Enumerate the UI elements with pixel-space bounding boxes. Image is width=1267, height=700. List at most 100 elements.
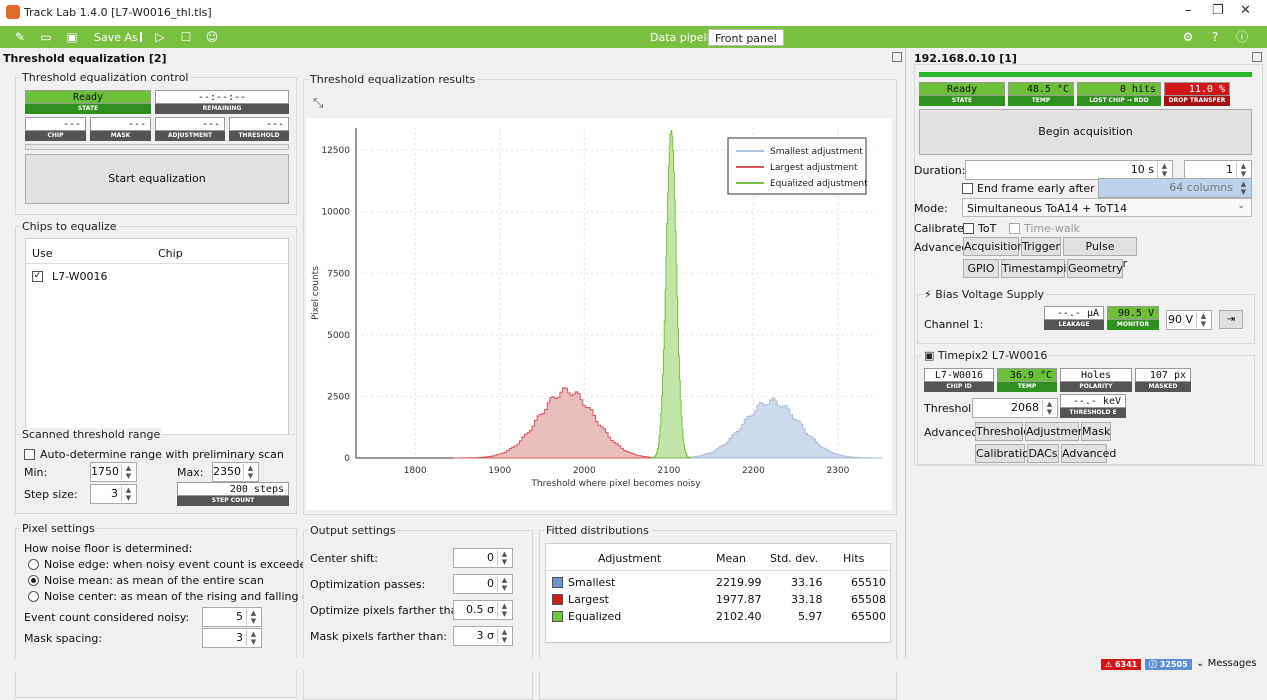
min-input[interactable]: 1750 ▲ ▼ bbox=[90, 462, 137, 482]
autoscale-icon[interactable]: ⤡ bbox=[313, 96, 323, 111]
y-axis-label: Pixel counts bbox=[311, 266, 321, 320]
mask-spacing-input[interactable]: 3 ▲ ▼ bbox=[202, 628, 262, 648]
mode-select[interactable]: Simultaneous ToA14 + ToT14 ⌄ bbox=[962, 198, 1252, 217]
legend-entry: Smallest adjustment bbox=[770, 147, 863, 157]
spin-arrows-icon[interactable]: ▲ ▼ bbox=[243, 464, 257, 480]
start-equalization-button[interactable]: Start equalization bbox=[25, 154, 289, 204]
save-icon[interactable]: ▣ bbox=[64, 29, 80, 45]
spin-arrows-icon[interactable]: ▲ ▼ bbox=[246, 609, 260, 625]
geometry-button[interactable]: Geometry bbox=[1067, 259, 1123, 278]
chip-temp-display: 36.9 °C bbox=[997, 368, 1057, 382]
gpio-button[interactable]: GPIO bbox=[963, 259, 999, 278]
row-hits: 65500 bbox=[851, 610, 886, 623]
messages-toggle[interactable]: ⌄ Messages bbox=[1196, 658, 1257, 669]
table-row[interactable]: Largest 1977.87 33.18 65508 bbox=[546, 591, 890, 608]
columns-input[interactable]: 64 columns ▲ ▼ bbox=[1098, 178, 1252, 198]
dacs-button[interactable]: DACs bbox=[1027, 444, 1059, 463]
trigger-button[interactable]: Trigger bbox=[1021, 237, 1061, 256]
optimize-input[interactable]: 0.5 σ ▲ ▼ bbox=[453, 600, 513, 620]
noise-center-radio[interactable] bbox=[28, 591, 39, 602]
frames-input[interactable]: 1 frames▲▼ bbox=[1184, 160, 1252, 194]
panel-title: Threshold equalization [2] bbox=[3, 52, 167, 65]
close-icon[interactable]: ✕ bbox=[1240, 3, 1251, 18]
spin-arrows-icon[interactable]: ▲ ▼ bbox=[497, 628, 511, 644]
adjustment-button[interactable]: Adjustment bbox=[1025, 422, 1089, 441]
acquisition-button[interactable]: Acquisition bbox=[963, 237, 1024, 256]
step-input[interactable]: 3 ▲ ▼ bbox=[90, 484, 137, 504]
step-label: Step size: bbox=[24, 488, 78, 501]
spin-arrows-icon[interactable]: ▲ ▼ bbox=[497, 550, 511, 566]
end-frame-checkbox[interactable] bbox=[962, 183, 973, 194]
spin-arrows-icon[interactable]: ▲ ▼ bbox=[1157, 162, 1171, 178]
spin-arrows-icon[interactable]: ▲ ▼ bbox=[1236, 180, 1250, 196]
y-tick-label: 0 bbox=[344, 454, 350, 464]
save-as-button[interactable]: Save As bbox=[88, 29, 144, 46]
center-shift-input[interactable]: 0 ▲ ▼ bbox=[453, 548, 513, 568]
undock-icon[interactable] bbox=[1252, 52, 1262, 62]
event-count-input[interactable]: 5 ▲ ▼ bbox=[202, 607, 262, 627]
spin-arrows-icon[interactable]: ▲ ▼ bbox=[1042, 400, 1056, 416]
passes-input[interactable]: 0 ▲ ▼ bbox=[453, 574, 513, 594]
info-icon[interactable]: ⓘ bbox=[1234, 29, 1250, 45]
pulse-generator-button[interactable]: Pulse generator bbox=[1063, 237, 1137, 270]
calibration-button[interactable]: Calibration bbox=[975, 444, 1036, 463]
face-icon[interactable]: ☺ bbox=[204, 29, 220, 45]
noise-mean-radio[interactable] bbox=[28, 575, 39, 586]
error-badge[interactable]: ⚠ 6341 bbox=[1101, 659, 1142, 670]
spin-arrows-icon[interactable]: ▲ ▼ bbox=[121, 486, 135, 502]
minimize-icon[interactable]: – bbox=[1185, 3, 1192, 18]
mask-button[interactable]: Mask bbox=[1081, 422, 1111, 441]
right-panel: 192.168.0.10 [1] Ready STATE 48.5 °C TEM… bbox=[910, 48, 1267, 658]
duration-input[interactable]: 10 s ▲ ▼ bbox=[965, 160, 1173, 180]
begin-acquisition-button[interactable]: Begin acquisition bbox=[919, 109, 1252, 155]
x-tick-label: 1800 bbox=[404, 466, 427, 476]
chip-use-checkbox[interactable]: ✓ bbox=[32, 271, 43, 282]
tot-checkbox[interactable] bbox=[963, 223, 974, 234]
chip-title-text: Timepix2 L7-W0016 bbox=[937, 349, 1048, 362]
toolbar: ✎ ▭ ▣ Save As ▷ ☐ ☺ Data pipeline Front … bbox=[0, 26, 1267, 48]
spin-arrows-icon[interactable]: ▲ ▼ bbox=[1236, 162, 1250, 178]
maximize-icon[interactable]: ❐ bbox=[1212, 3, 1224, 18]
row-hits: 65508 bbox=[851, 593, 886, 606]
spin-arrows-icon[interactable]: ▲ ▼ bbox=[1196, 312, 1210, 328]
chip-label: CHIP bbox=[25, 131, 86, 141]
timestamping-button[interactable]: Timestamping bbox=[1001, 259, 1080, 278]
threshold-e-label: THRESHOLD E bbox=[1060, 408, 1126, 418]
stop-icon[interactable]: ☐ bbox=[178, 29, 194, 45]
spin-arrows-icon[interactable]: ▲ ▼ bbox=[497, 576, 511, 592]
help-icon[interactable]: ? bbox=[1207, 29, 1223, 45]
apply-icon[interactable]: ⇥ bbox=[1219, 310, 1243, 329]
threshold-button[interactable]: Threshold bbox=[975, 422, 1030, 441]
center-shift-label: Center shift: bbox=[310, 552, 378, 565]
table-row[interactable]: Equalized 2102.40 5.97 65500 bbox=[546, 608, 890, 625]
tab-front-panel[interactable]: Front panel bbox=[708, 29, 784, 46]
row-name: Smallest bbox=[568, 576, 616, 589]
chip-display: --- bbox=[25, 117, 86, 131]
noise-edge-radio[interactable] bbox=[28, 559, 39, 570]
swatch-largest bbox=[552, 594, 563, 605]
new-icon[interactable]: ✎ bbox=[12, 29, 28, 45]
undock-icon[interactable] bbox=[892, 52, 902, 62]
info-badge[interactable]: ⓘ 32505 bbox=[1145, 659, 1192, 670]
advanced-button[interactable]: Advanced bbox=[1061, 444, 1116, 463]
spin-arrows-icon[interactable]: ▲ ▼ bbox=[246, 630, 260, 646]
table-row[interactable]: Smallest 2219.99 33.16 65510 bbox=[546, 574, 890, 591]
open-folder-icon[interactable]: ▭ bbox=[38, 29, 54, 45]
range-group-title: Scanned threshold range bbox=[20, 428, 163, 441]
spin-arrows-icon[interactable]: ▲ ▼ bbox=[497, 602, 511, 618]
bias-voltage-input[interactable]: 90 V ▲ ▼ bbox=[1166, 310, 1212, 330]
max-input[interactable]: 2350 ▲ ▼ bbox=[212, 462, 259, 482]
y-tick-label: 7500 bbox=[327, 269, 350, 279]
mask-pixels-input[interactable]: 3 σ ▲ ▼ bbox=[453, 626, 513, 646]
gear-icon[interactable]: ⚙ bbox=[1180, 29, 1196, 45]
threshold-input[interactable]: 2068 ▲ ▼ bbox=[972, 398, 1058, 418]
auto-range-checkbox[interactable] bbox=[24, 449, 35, 460]
app-icon bbox=[6, 5, 20, 19]
y-tick-label: 2500 bbox=[327, 392, 350, 402]
play-icon[interactable]: ▷ bbox=[152, 29, 168, 45]
bias-title-text: Bias Voltage Supply bbox=[935, 288, 1045, 301]
bias-title: ⚡ Bias Voltage Supply bbox=[922, 288, 1047, 301]
temp-label: TEMP bbox=[1008, 96, 1074, 106]
spin-arrows-icon[interactable]: ▲ ▼ bbox=[121, 464, 135, 480]
timewalk-checkbox[interactable] bbox=[1009, 223, 1020, 234]
